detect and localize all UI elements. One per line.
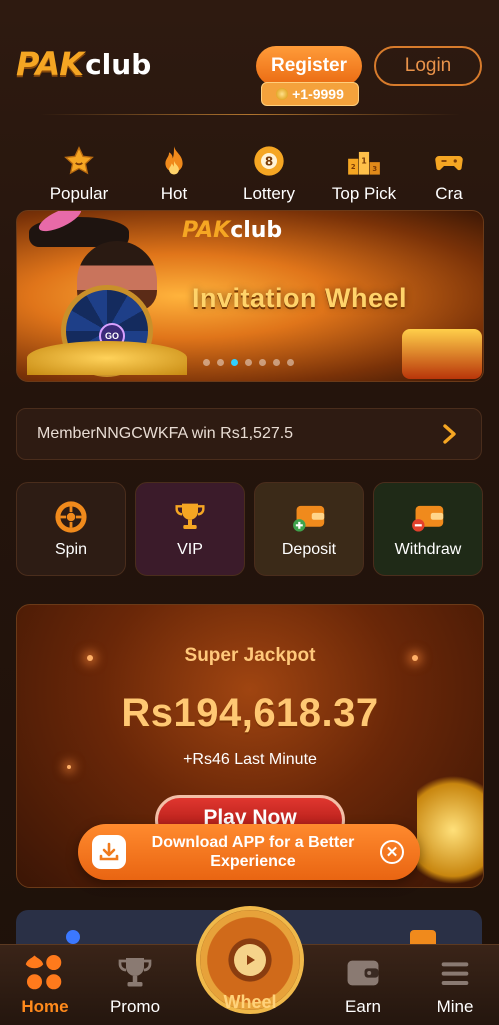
jackpot-last-minute: +Rs46 Last Minute bbox=[183, 751, 317, 768]
banner-logo-pak: PAK bbox=[182, 218, 231, 243]
wallet-plus-icon bbox=[291, 499, 327, 535]
controller-icon bbox=[432, 144, 466, 178]
promo-banner[interactable]: GO PAKclub Invitation Wheel bbox=[16, 210, 484, 382]
winner-notice[interactable]: MemberNNGCWKFA win Rs1,527.5 bbox=[16, 408, 482, 460]
vip-tile[interactable]: VIP bbox=[135, 482, 245, 576]
jackpot-amount: Rs194,618.37 bbox=[121, 691, 379, 735]
pakclub-logo: PAK club bbox=[16, 40, 166, 88]
nav-label: Home bbox=[21, 997, 69, 1016]
download-app-banner[interactable]: Download APP for a Better Experience ✕ bbox=[78, 824, 420, 880]
billiard-ball-icon: 8 bbox=[252, 144, 286, 178]
trophy-icon bbox=[172, 499, 208, 535]
carousel-dot[interactable] bbox=[203, 359, 210, 366]
star-icon bbox=[62, 144, 96, 178]
register-bonus-badge: +1-9999 bbox=[261, 82, 359, 106]
menu-icon bbox=[433, 951, 477, 995]
tile-label: VIP bbox=[177, 541, 203, 558]
download-text: Download APP for a Better Experience bbox=[151, 834, 355, 870]
withdraw-tile[interactable]: Withdraw bbox=[373, 482, 483, 576]
login-button[interactable]: Login bbox=[374, 46, 482, 86]
carousel-dot[interactable] bbox=[287, 359, 294, 366]
trophy-icon bbox=[113, 951, 157, 995]
wallet-minus-icon bbox=[410, 499, 446, 535]
svg-text:3: 3 bbox=[372, 165, 377, 173]
blue-dot-decor bbox=[66, 930, 80, 944]
tile-label: Withdraw bbox=[394, 541, 462, 558]
coin-icon bbox=[276, 88, 289, 100]
nav-label: Earn bbox=[345, 997, 381, 1016]
category-tabs: Popular Hot 8 Lottery 12 3 Top Pick Cra bbox=[0, 140, 499, 210]
category-hot[interactable]: Hot bbox=[129, 140, 219, 204]
banner-logo: PAKclub bbox=[182, 217, 282, 243]
carousel-dot[interactable] bbox=[217, 359, 224, 366]
category-top-pick[interactable]: 12 3 Top Pick bbox=[319, 140, 409, 204]
carousel-dot[interactable] bbox=[273, 359, 280, 366]
carousel-dot[interactable] bbox=[259, 359, 266, 366]
carousel-dot-active[interactable] bbox=[231, 359, 238, 366]
gold-pile-art bbox=[27, 341, 187, 375]
spin-icon bbox=[53, 499, 89, 535]
nav-earn[interactable]: Earn bbox=[318, 945, 408, 1017]
category-label: Lottery bbox=[243, 184, 295, 203]
play-icon bbox=[234, 944, 266, 976]
category-crash[interactable]: Cra bbox=[414, 140, 484, 204]
register-button[interactable]: Register bbox=[256, 46, 362, 86]
jackpot-title: Super Jackpot bbox=[184, 645, 316, 666]
category-lottery[interactable]: 8 Lottery bbox=[224, 140, 314, 204]
carousel-dots bbox=[203, 359, 294, 366]
gold-coins-art bbox=[417, 775, 483, 885]
bonus-text: +1-9999 bbox=[292, 86, 344, 102]
banner-logo-club: club bbox=[230, 218, 283, 243]
nav-label: Mine bbox=[436, 997, 474, 1016]
download-icon bbox=[92, 835, 126, 869]
svg-text:1: 1 bbox=[361, 156, 367, 165]
podium-icon: 12 3 bbox=[347, 144, 381, 178]
banner-title: Invitation Wheel bbox=[192, 283, 408, 313]
close-icon[interactable]: ✕ bbox=[380, 840, 404, 864]
tile-label: Deposit bbox=[281, 541, 337, 558]
nav-wheel-label: Wheel bbox=[223, 992, 277, 1012]
nav-mine[interactable]: Mine bbox=[410, 945, 499, 1017]
category-popular[interactable]: Popular bbox=[34, 140, 124, 204]
chevron-right-icon bbox=[439, 423, 459, 445]
spin-tile[interactable]: Spin bbox=[16, 482, 126, 576]
header-divider bbox=[40, 114, 460, 115]
carousel-dot[interactable] bbox=[245, 359, 252, 366]
category-label: Top Pick bbox=[331, 184, 397, 203]
nav-home[interactable]: Home bbox=[0, 945, 90, 1017]
logo-club-text: club bbox=[85, 47, 152, 81]
nav-promo[interactable]: Promo bbox=[90, 945, 180, 1017]
nav-label: Promo bbox=[109, 997, 161, 1016]
treasure-chest-art bbox=[402, 329, 482, 379]
svg-text:2: 2 bbox=[351, 163, 356, 171]
category-label: Cra bbox=[435, 184, 463, 203]
wallet-icon bbox=[341, 951, 385, 995]
logo-pak-text: PAK bbox=[16, 45, 84, 83]
tile-label: Spin bbox=[54, 541, 88, 558]
category-label: Popular bbox=[49, 184, 109, 203]
home-icon bbox=[23, 951, 67, 995]
category-label: Hot bbox=[160, 184, 188, 203]
deposit-tile[interactable]: Deposit bbox=[254, 482, 364, 576]
notice-text: MemberNNGCWKFA win Rs1,527.5 bbox=[37, 425, 294, 442]
flame-icon bbox=[157, 144, 191, 178]
svg-text:8: 8 bbox=[265, 155, 273, 169]
